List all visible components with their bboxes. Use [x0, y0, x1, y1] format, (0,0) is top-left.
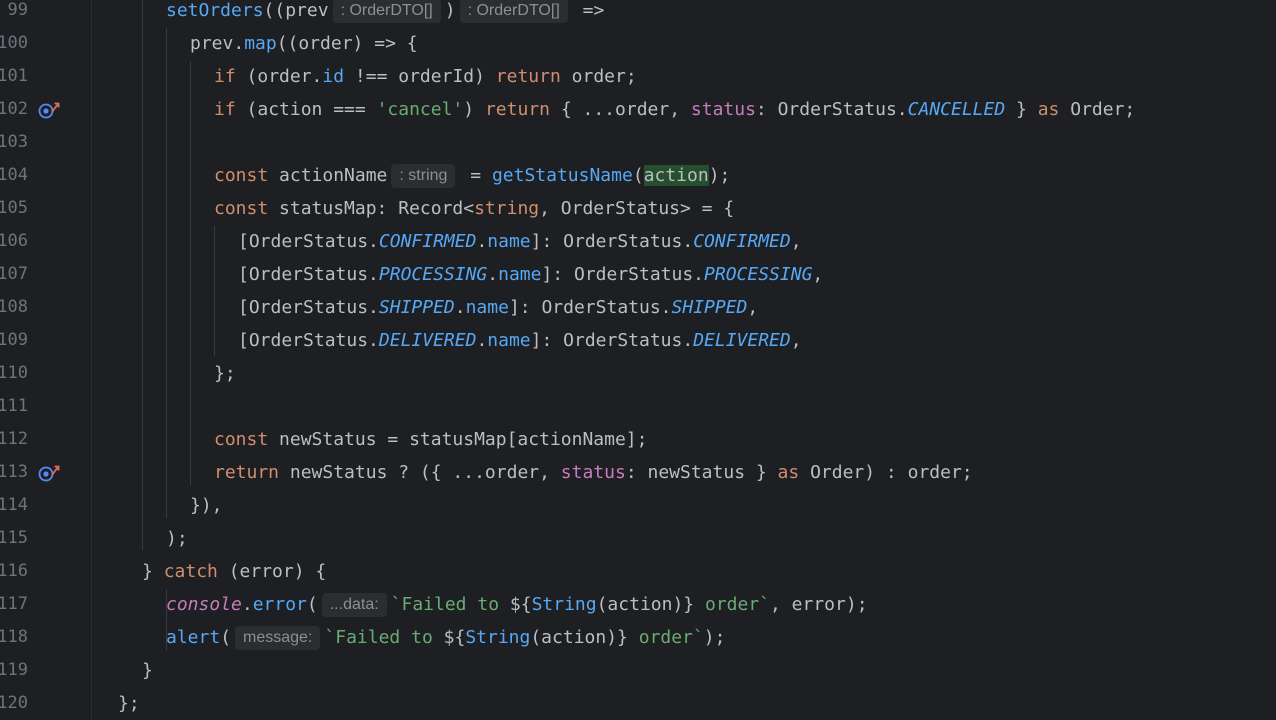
line-number: 101 — [0, 66, 28, 86]
code-text: console.error(...data: `Failed to ${Strin… — [166, 593, 868, 617]
code-text: alert(message: `Failed to ${String(action… — [166, 626, 726, 650]
line-number: 115 — [0, 528, 28, 548]
highlighted-identifier: action — [643, 165, 709, 186]
code-line[interactable]: 108 [OrderStatus.SHIPPED.name]: OrderSta… — [0, 291, 1276, 324]
code-line[interactable]: 113 return newStatus ? ({ ...order, stat… — [0, 456, 1276, 489]
code-text: const statusMap: Record<string, OrderSta… — [214, 198, 735, 219]
code-line[interactable]: 104 const actionName: string = getStatus… — [0, 159, 1276, 192]
code-text: }; — [118, 693, 140, 714]
type-hint: : OrderDTO[] — [332, 0, 441, 23]
code-text: ); — [166, 528, 188, 549]
code-line[interactable]: 112 const newStatus = statusMap[actionNa… — [0, 423, 1276, 456]
code-text: } catch (error) { — [142, 561, 327, 582]
code-text: const newStatus = statusMap[actionName]; — [214, 429, 648, 450]
code-line[interactable]: 118 alert(message: `Failed to ${String(ac… — [0, 621, 1276, 654]
code-text: if (action === 'cancel') return { ...ord… — [214, 99, 1136, 120]
line-number: 117 — [0, 594, 28, 614]
code-line[interactable]: 110 }; — [0, 357, 1276, 390]
line-number: 108 — [0, 297, 28, 317]
code-line[interactable]: 106 [OrderStatus.CONFIRMED.name]: OrderS… — [0, 225, 1276, 258]
code-line[interactable]: 107 [OrderStatus.PROCESSING.name]: Order… — [0, 258, 1276, 291]
code-line[interactable]: 116 } catch (error) { — [0, 555, 1276, 588]
line-number: 120 — [0, 693, 28, 713]
code-text: }; — [214, 363, 236, 384]
override-marker-icon[interactable] — [38, 464, 62, 482]
code-text: [OrderStatus.SHIPPED.name]: OrderStatus.… — [238, 297, 759, 318]
line-number: 118 — [0, 627, 28, 647]
line-number: 104 — [0, 165, 28, 185]
line-number: 116 — [0, 561, 28, 581]
code-line[interactable]: 119 } — [0, 654, 1276, 687]
code-text: [OrderStatus.DELIVERED.name]: OrderStatu… — [238, 330, 802, 351]
code-line[interactable]: 120 }; — [0, 687, 1276, 720]
code-line[interactable]: 102 if (action === 'cancel') return { ..… — [0, 93, 1276, 126]
code-line[interactable]: 100 prev.map((order) => { — [0, 27, 1276, 60]
code-text: setOrders((prev: OrderDTO[]): OrderDTO[]… — [166, 0, 605, 23]
type-hint: : string — [391, 164, 456, 188]
code-text: [OrderStatus.CONFIRMED.name]: OrderStatu… — [238, 231, 802, 252]
line-number: 119 — [0, 660, 28, 680]
code-line[interactable]: 101 if (order.id !== orderId) return ord… — [0, 60, 1276, 93]
line-number: 107 — [0, 264, 28, 284]
code-line[interactable]: 117 console.error(...data: `Failed to ${S… — [0, 588, 1276, 621]
code-text: } — [142, 660, 153, 681]
line-number: 110 — [0, 363, 28, 383]
line-number: 112 — [0, 429, 28, 449]
line-number: 105 — [0, 198, 28, 218]
code-editor[interactable]: 99 setOrders((prev: OrderDTO[]): OrderDT… — [0, 0, 1276, 720]
code-line[interactable]: 105 const statusMap: Record<string, Orde… — [0, 192, 1276, 225]
code-text: const actionName: string = getStatusName… — [214, 164, 731, 188]
line-number: 106 — [0, 231, 28, 251]
override-marker-icon[interactable] — [38, 101, 62, 119]
line-number: 99 — [7, 0, 28, 20]
line-number: 100 — [0, 33, 28, 53]
code-line[interactable]: 103 — [0, 126, 1276, 159]
code-text: [OrderStatus.PROCESSING.name]: OrderStat… — [238, 264, 824, 285]
code-line[interactable]: 111 — [0, 390, 1276, 423]
parameter-hint: ...data: — [321, 593, 387, 617]
code-text: if (order.id !== orderId) return order; — [214, 66, 637, 87]
line-number: 109 — [0, 330, 28, 350]
type-hint: : OrderDTO[] — [459, 0, 568, 23]
line-number: 113 — [0, 462, 28, 482]
code-line[interactable]: 115 ); — [0, 522, 1276, 555]
code-text: }), — [190, 495, 223, 516]
line-number: 103 — [0, 132, 28, 152]
code-text: return newStatus ? ({ ...order, status: … — [214, 462, 973, 483]
parameter-hint: message: — [235, 626, 321, 650]
line-number: 111 — [0, 396, 28, 416]
code-text: prev.map((order) => { — [190, 33, 418, 54]
line-number: 114 — [0, 495, 28, 515]
line-number: 102 — [0, 99, 28, 119]
code-line[interactable]: 114 }), — [0, 489, 1276, 522]
code-line[interactable]: 109 [OrderStatus.DELIVERED.name]: OrderS… — [0, 324, 1276, 357]
code-line[interactable]: 99 setOrders((prev: OrderDTO[]): OrderDT… — [0, 0, 1276, 27]
